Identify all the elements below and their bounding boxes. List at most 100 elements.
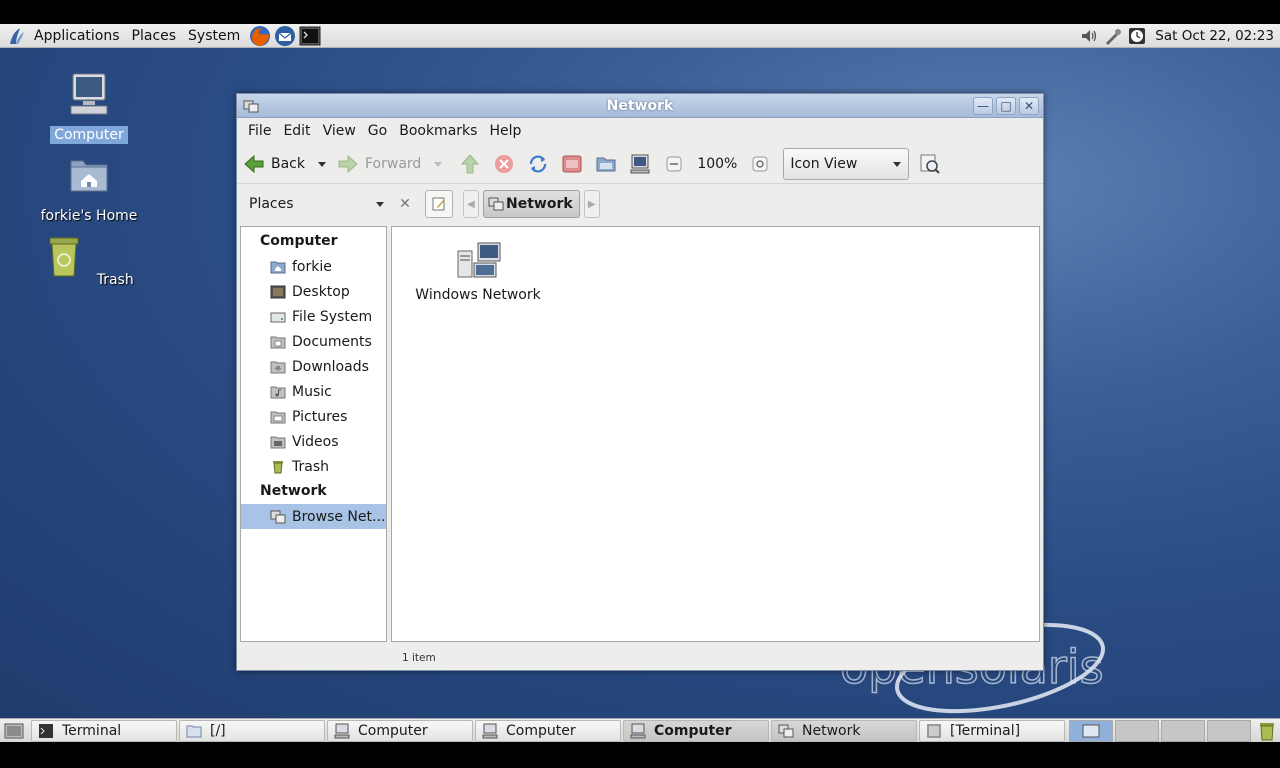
side-pane-selector[interactable]: Places [243,196,389,212]
desktop-icon-trash[interactable]: Trash [34,232,144,289]
back-button[interactable]: Back [243,153,305,175]
terminal-icon [927,723,941,738]
minimize-icon: — [977,99,989,113]
trash-applet-icon[interactable] [1256,720,1278,742]
forward-button[interactable]: Forward [337,153,421,175]
zoom-level[interactable]: 100% [697,156,737,172]
sidebar-item-documents[interactable]: Documents [241,329,386,354]
reload-button[interactable] [525,151,551,177]
window-titlebar[interactable]: Network — □ ✕ [237,94,1043,118]
menu-bookmarks[interactable]: Bookmarks [393,123,483,139]
forward-history-chevron-down-icon[interactable] [433,159,443,169]
workspace-4[interactable] [1207,719,1251,742]
back-label: Back [271,155,305,172]
sidebar-item-trash[interactable]: Trash [241,454,386,479]
sidebar-item-file-system[interactable]: File System [241,304,386,329]
volume-icon[interactable] [1079,26,1099,46]
sidebar-item-videos[interactable]: Videos [241,429,386,454]
view-mode-select[interactable]: Icon View [783,147,910,180]
workspace-1[interactable] [1069,719,1113,742]
sidebar-item-downloads[interactable]: Downloads [241,354,386,379]
task-network[interactable]: Network [771,719,917,742]
desktop-icon-computer[interactable]: Computer [34,70,144,144]
stop-icon [495,154,514,173]
up-button[interactable] [457,151,483,177]
task-label: [/] [210,722,226,739]
desktop-icon-home[interactable]: forkie's Home [34,151,144,225]
sidebar-item-label: Videos [292,433,339,450]
task-terminal-minimized[interactable]: [Terminal] [919,719,1065,742]
top-panel-menus: Applications Places System [0,24,321,47]
update-clock-icon[interactable] [1127,26,1147,46]
folder-open-icon [596,157,616,171]
zoom-out-button[interactable] [661,151,687,177]
system-menu[interactable]: System [182,28,246,44]
menu-view[interactable]: View [317,123,362,139]
search-button[interactable] [917,151,943,177]
sidebar-item-label: Browse Net... [292,508,386,525]
drive-icon [270,312,286,322]
home-icon [562,155,582,172]
menu-edit[interactable]: Edit [277,123,316,139]
back-history-chevron-down-icon[interactable] [317,159,327,169]
task-computer-1[interactable]: Computer [327,719,473,742]
minimize-button[interactable]: — [973,97,993,115]
sidebar-item-desktop[interactable]: Desktop [241,279,386,304]
forward-arrow-icon [338,154,358,173]
zoom-in-button[interactable] [747,151,773,177]
folder-icon [186,725,202,737]
close-side-pane-icon[interactable]: ✕ [397,196,413,212]
task-label: Computer [506,722,576,739]
firefox-launcher-icon[interactable] [249,25,271,47]
task-computer-2[interactable]: Computer [475,719,621,742]
edit-location-button[interactable] [425,190,453,218]
computer-location-button[interactable] [593,151,619,177]
sidebar-item-browse-network[interactable]: Browse Net... [241,504,386,529]
opensolaris-logo-icon[interactable] [6,26,26,46]
bottom-panel: Terminal [/] Computer Computer Computer … [0,718,1280,742]
sidebar-item-music[interactable]: Music [241,379,386,404]
applications-menu[interactable]: Applications [28,28,126,44]
home-folder-icon [70,160,108,192]
toolbar: Back Forward 100% Icon View [237,144,1043,184]
clock[interactable]: Sat Oct 22, 02:23 [1151,28,1280,44]
close-button[interactable]: ✕ [1019,97,1039,115]
crumb-scroll-right-button[interactable]: ▶ [583,190,600,218]
chevron-down-icon [893,161,902,167]
menu-file[interactable]: File [242,123,277,139]
icon-view[interactable]: Windows Network [391,226,1040,642]
workspace-2[interactable] [1115,719,1159,742]
places-menu[interactable]: Places [126,28,183,44]
zoom-out-icon [666,156,682,171]
home-button[interactable] [559,151,585,177]
show-desktop-icon[interactable] [3,720,25,742]
computer-button[interactable] [627,151,653,177]
chevron-down-icon [376,202,384,207]
back-arrow-icon [244,154,264,173]
menu-go[interactable]: Go [362,123,393,139]
file-item-windows-network[interactable]: Windows Network [408,237,548,303]
menu-help[interactable]: Help [483,123,527,139]
sidebar-item-forkie[interactable]: forkie [241,254,386,279]
downloads-folder-icon [270,361,286,373]
network-icon [270,510,286,523]
desktop-icon-label: Computer [50,126,128,144]
window-content: Computer forkie Desktop File System Docu… [240,226,1040,642]
network-status-icon[interactable] [1103,26,1123,46]
breadcrumb-network[interactable]: Network [483,190,580,218]
up-arrow-icon [461,153,480,173]
crumb-scroll-left-button[interactable]: ◀ [463,190,479,218]
terminal-launcher-icon[interactable] [299,25,321,47]
task-root-folder[interactable]: [/] [179,719,325,742]
task-terminal[interactable]: Terminal [31,719,177,742]
workspace-3[interactable] [1161,719,1205,742]
menubar: File Edit View Go Bookmarks Help [237,118,1043,144]
maximize-button[interactable]: □ [996,97,1016,115]
thunderbird-launcher-icon[interactable] [274,25,296,47]
task-computer-3[interactable]: Computer [623,719,769,742]
terminal-icon [39,723,53,738]
stop-button[interactable] [491,151,517,177]
sidebar-item-pictures[interactable]: Pictures [241,404,386,429]
forward-label: Forward [365,155,422,172]
window-controls: — □ ✕ [973,97,1039,115]
